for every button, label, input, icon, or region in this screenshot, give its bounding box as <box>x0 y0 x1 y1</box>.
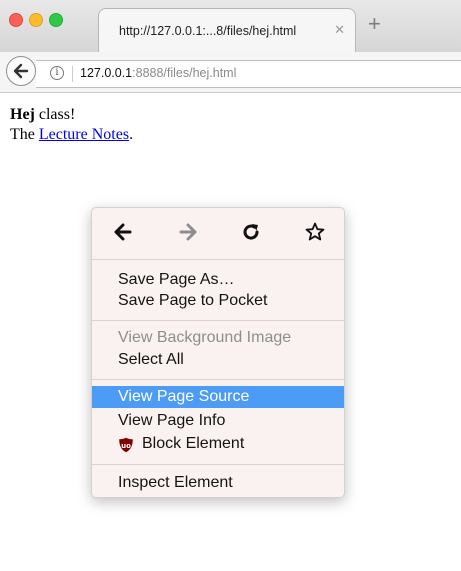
lecture-suffix: . <box>129 126 134 143</box>
url-bar[interactable]: i 127.0.0.1:8888/files/hej.html <box>36 60 461 88</box>
menu-separator <box>92 259 344 260</box>
block-element-item[interactable]: uo Block Element <box>92 433 344 455</box>
back-arrow-icon <box>13 63 29 79</box>
page-content: Hej class! The Lecture Notes. <box>10 105 133 145</box>
svg-text:uo: uo <box>121 442 131 450</box>
navigation-bar: i 127.0.0.1:8888/files/hej.html <box>0 52 461 93</box>
select-all-item[interactable]: Select All <box>92 349 344 371</box>
view-page-source-item[interactable]: View Page Source <box>92 386 344 408</box>
url-text[interactable]: 127.0.0.1:8888/files/hej.html <box>80 66 236 80</box>
window-minimize-button[interactable] <box>29 13 43 27</box>
context-menu: Save Page As… Save Page to Pocket View B… <box>91 207 345 498</box>
site-info-icon[interactable]: i <box>50 66 64 80</box>
back-icon[interactable] <box>112 221 134 243</box>
new-tab-button[interactable]: + <box>368 13 381 35</box>
save-page-as-item[interactable]: Save Page As… <box>92 269 344 291</box>
menu-separator <box>92 464 344 465</box>
menu-separator <box>92 320 344 321</box>
greeting-text: class! <box>34 106 76 123</box>
save-to-pocket-item[interactable]: Save Page to Pocket <box>92 290 344 312</box>
reload-icon[interactable] <box>240 221 262 243</box>
browser-tab[interactable]: http://127.0.0.1:...8/files/hej.html ✕ <box>98 8 356 53</box>
view-page-info-item[interactable]: View Page Info <box>92 410 344 432</box>
forward-icon[interactable] <box>177 221 199 243</box>
bookmark-star-icon[interactable] <box>304 221 326 243</box>
lecture-notes-link[interactable]: Lecture Notes <box>39 126 129 143</box>
block-element-label: Block Element <box>142 435 245 452</box>
lecture-prefix: The <box>10 126 39 143</box>
greeting-bold: Hej <box>10 106 35 123</box>
window-maximize-button[interactable] <box>49 13 63 27</box>
url-separator <box>72 66 73 82</box>
title-bar: http://127.0.0.1:...8/files/hej.html ✕ + <box>0 0 461 53</box>
lecture-line: The Lecture Notes. <box>10 125 133 145</box>
context-menu-nav-row <box>92 208 344 258</box>
tab-title: http://127.0.0.1:...8/files/hej.html <box>119 24 297 38</box>
window-close-button[interactable] <box>9 13 23 27</box>
inspect-element-item[interactable]: Inspect Element <box>92 472 344 494</box>
url-path: :8888/files/hej.html <box>132 66 237 80</box>
url-host: 127.0.0.1 <box>80 66 133 80</box>
ublock-shield-icon: uo <box>119 437 133 453</box>
view-background-image-item: View Background Image <box>118 329 292 346</box>
tab-close-icon[interactable]: ✕ <box>334 22 345 38</box>
back-button[interactable] <box>6 56 36 86</box>
greeting-line: Hej class! <box>10 105 133 125</box>
menu-separator <box>92 379 344 380</box>
